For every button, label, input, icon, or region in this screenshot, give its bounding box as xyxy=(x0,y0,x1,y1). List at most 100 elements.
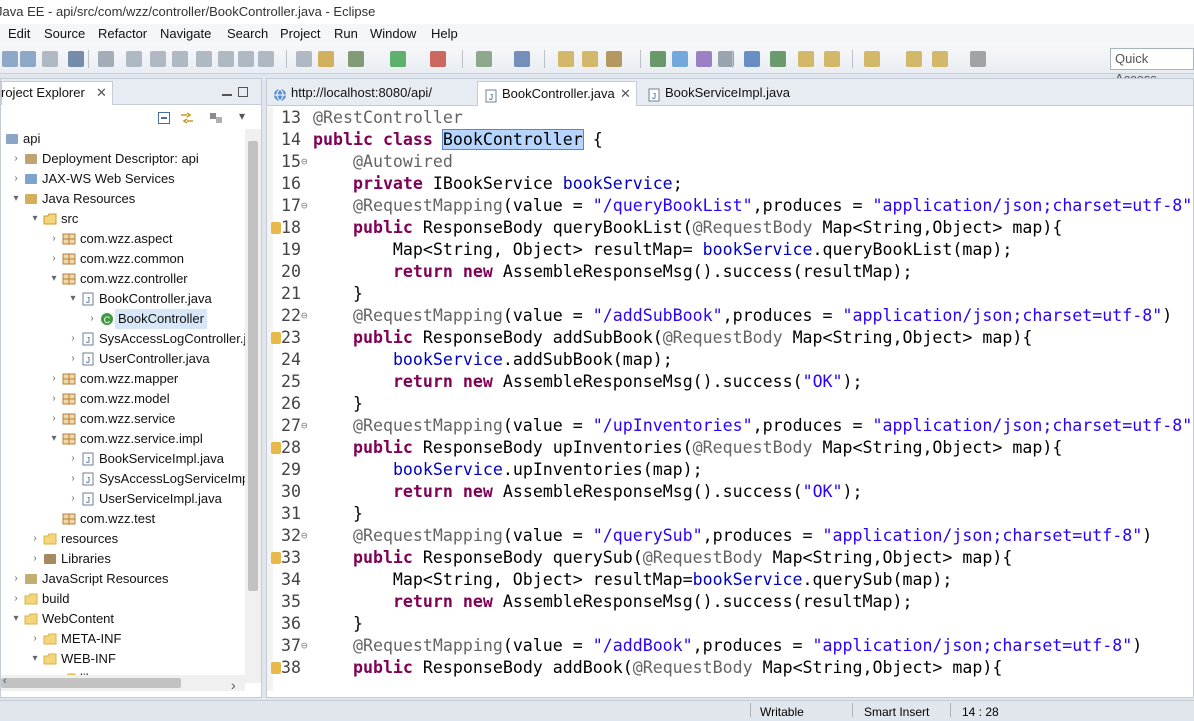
code-line[interactable]: 17 ⊖ @RequestMapping(value = "/queryBookL… xyxy=(267,195,1193,217)
tree-item[interactable]: › J SysAccessLogController.ja xyxy=(1,329,245,349)
explorer-horizontal-scrollbar[interactable]: ‹ xyxy=(1,675,245,691)
code-line[interactable]: 36 } xyxy=(267,613,1193,635)
fold-toggle-icon[interactable]: ⊖ xyxy=(301,195,308,217)
disconnect-icon[interactable] xyxy=(196,51,212,67)
code-line[interactable]: 13 @RestController xyxy=(267,107,1193,129)
chevron-right-icon[interactable]: › xyxy=(67,349,79,369)
code-line[interactable]: 23 public ResponseBody addSubBook(@Reque… xyxy=(267,327,1193,349)
save-all-icon[interactable] xyxy=(20,51,36,67)
tree-item[interactable]: › resources xyxy=(1,529,245,549)
open-console-icon[interactable] xyxy=(68,51,84,67)
chevron-right-icon[interactable]: › xyxy=(29,549,41,569)
chevron-down-icon[interactable]: ▾ xyxy=(29,649,41,669)
tree-item[interactable]: ▾ WebContent xyxy=(1,609,245,629)
tree-item[interactable]: › C BookController xyxy=(1,309,245,329)
code-line[interactable]: 19 Map<String, Object> resultMap= bookSe… xyxy=(267,239,1193,261)
print-icon[interactable] xyxy=(42,51,58,67)
fold-toggle-icon[interactable]: ⊖ xyxy=(301,151,308,173)
tree-item[interactable]: › Deployment Descriptor: api xyxy=(1,149,245,169)
tree-item[interactable]: › JAX-WS Web Services xyxy=(1,169,245,189)
code-line[interactable]: 37 ⊖ @RequestMapping(value = "/addBook",p… xyxy=(267,635,1193,657)
tree-item[interactable]: ▾ J BookController.java xyxy=(1,289,245,309)
last-edit-icon[interactable] xyxy=(696,51,712,67)
chevron-down-icon[interactable]: ▾ xyxy=(10,189,22,209)
step-into-icon[interactable] xyxy=(218,51,234,67)
use-step-filters-icon[interactable] xyxy=(318,51,334,67)
chevron-down-icon[interactable]: ▾ xyxy=(1,129,3,149)
fold-toggle-icon[interactable]: ⊖ xyxy=(301,305,308,327)
save-icon[interactable] xyxy=(2,51,18,67)
tree-item[interactable]: com.wzz.test xyxy=(1,509,245,529)
new-class-icon[interactable] xyxy=(514,51,530,67)
code-line[interactable]: 20 return new AssembleResponseMsg().succ… xyxy=(267,261,1193,283)
chevron-right-icon[interactable]: › xyxy=(86,309,98,329)
menu-project[interactable]: Project xyxy=(280,24,320,44)
tree-item[interactable]: › com.wzz.service xyxy=(1,409,245,429)
history-forward-icon[interactable] xyxy=(970,51,986,67)
tree-item[interactable]: › META-INF xyxy=(1,629,245,649)
link-with-editor-icon[interactable] xyxy=(179,111,195,130)
drop-frame-icon[interactable] xyxy=(296,51,312,67)
scroll-thumb[interactable] xyxy=(248,141,258,591)
tree-item[interactable]: ▾ com.wzz.service.impl xyxy=(1,429,245,449)
open-task-icon[interactable] xyxy=(582,51,598,67)
new-server-icon[interactable] xyxy=(476,51,492,67)
menu-window[interactable]: Window xyxy=(370,24,416,44)
chevron-right-icon[interactable]: › xyxy=(29,529,41,549)
minimize-icon[interactable] xyxy=(221,85,233,97)
debug-icon[interactable] xyxy=(348,51,364,67)
tree-item[interactable]: › Libraries xyxy=(1,549,245,569)
code-line[interactable]: 14 public class BookController { xyxy=(267,129,1193,151)
quick-access-input[interactable]: Quick Access xyxy=(1110,48,1194,86)
next-annotation-icon[interactable] xyxy=(798,51,814,67)
chevron-right-icon[interactable]: › xyxy=(48,229,60,249)
chevron-right-icon[interactable]: › xyxy=(48,409,60,429)
close-icon[interactable]: ✕ xyxy=(96,82,107,104)
tree-item[interactable]: ▾ WEB-INF xyxy=(1,649,245,669)
chevron-right-icon[interactable]: › xyxy=(67,329,79,349)
code-line[interactable]: 32 ⊖ @RequestMapping(value = "/querySub",… xyxy=(267,525,1193,547)
menu-edit[interactable]: Edit xyxy=(8,24,30,44)
tree-item[interactable]: › J BookServiceImpl.java xyxy=(1,449,245,469)
fold-toggle-icon[interactable]: ⊖ xyxy=(301,525,308,547)
run-external-icon[interactable] xyxy=(430,51,446,67)
editor-tab[interactable]: J BookServiceImpl.java xyxy=(641,81,791,106)
resume-icon[interactable] xyxy=(126,51,142,67)
explorer-vertical-scrollbar[interactable] xyxy=(245,129,261,683)
chevron-down-icon[interactable]: ▾ xyxy=(67,289,79,309)
close-icon[interactable]: ✕ xyxy=(620,82,631,106)
chevron-right-icon[interactable]: › xyxy=(48,389,60,409)
code-line[interactable]: 27 ⊖ @RequestMapping(value = "/upInventor… xyxy=(267,415,1193,437)
scroll-left-icon[interactable]: ‹ xyxy=(3,675,7,687)
warning-marker-icon[interactable] xyxy=(271,222,281,234)
collapse-all-icon[interactable] xyxy=(157,111,171,130)
menu-help[interactable]: Help xyxy=(431,24,458,44)
scroll-right-icon[interactable]: › xyxy=(231,677,236,693)
code-line[interactable]: 25 return new AssembleResponseMsg().succ… xyxy=(267,371,1193,393)
code-line[interactable]: 16 private IBookService bookService; xyxy=(267,173,1193,195)
chevron-right-icon[interactable]: › xyxy=(48,249,60,269)
forward-icon[interactable] xyxy=(906,51,922,67)
tree-item[interactable]: ▾ api xyxy=(1,129,245,149)
suspend-icon[interactable] xyxy=(150,51,166,67)
menu-run[interactable]: Run xyxy=(334,24,358,44)
chevron-right-icon[interactable]: › xyxy=(10,569,22,589)
code-line[interactable]: 18 public ResponseBody queryBookList(@Re… xyxy=(267,217,1193,239)
warning-marker-icon[interactable] xyxy=(271,442,281,454)
tree-item[interactable]: › com.wzz.aspect xyxy=(1,229,245,249)
tree-item[interactable]: › J SysAccessLogServiceImpl. xyxy=(1,469,245,489)
back-icon[interactable] xyxy=(864,51,880,67)
perspective-icon[interactable] xyxy=(770,51,786,67)
code-line[interactable]: 21 } xyxy=(267,283,1193,305)
fold-toggle-icon[interactable]: ⊖ xyxy=(301,635,308,657)
chevron-right-icon[interactable]: › xyxy=(67,449,79,469)
step-over-icon[interactable] xyxy=(238,51,254,67)
skip-breakpoints-icon[interactable] xyxy=(98,51,114,67)
terminate-icon[interactable] xyxy=(172,51,188,67)
tree-item[interactable]: › J UserController.java xyxy=(1,349,245,369)
view-menu-icon[interactable]: ▾ xyxy=(239,109,245,123)
menu-search[interactable]: Search xyxy=(227,24,268,44)
code-line[interactable]: 33 public ResponseBody querySub(@Request… xyxy=(267,547,1193,569)
code-line[interactable]: 15 ⊖ @Autowired xyxy=(267,151,1193,173)
history-back-icon[interactable] xyxy=(932,51,948,67)
